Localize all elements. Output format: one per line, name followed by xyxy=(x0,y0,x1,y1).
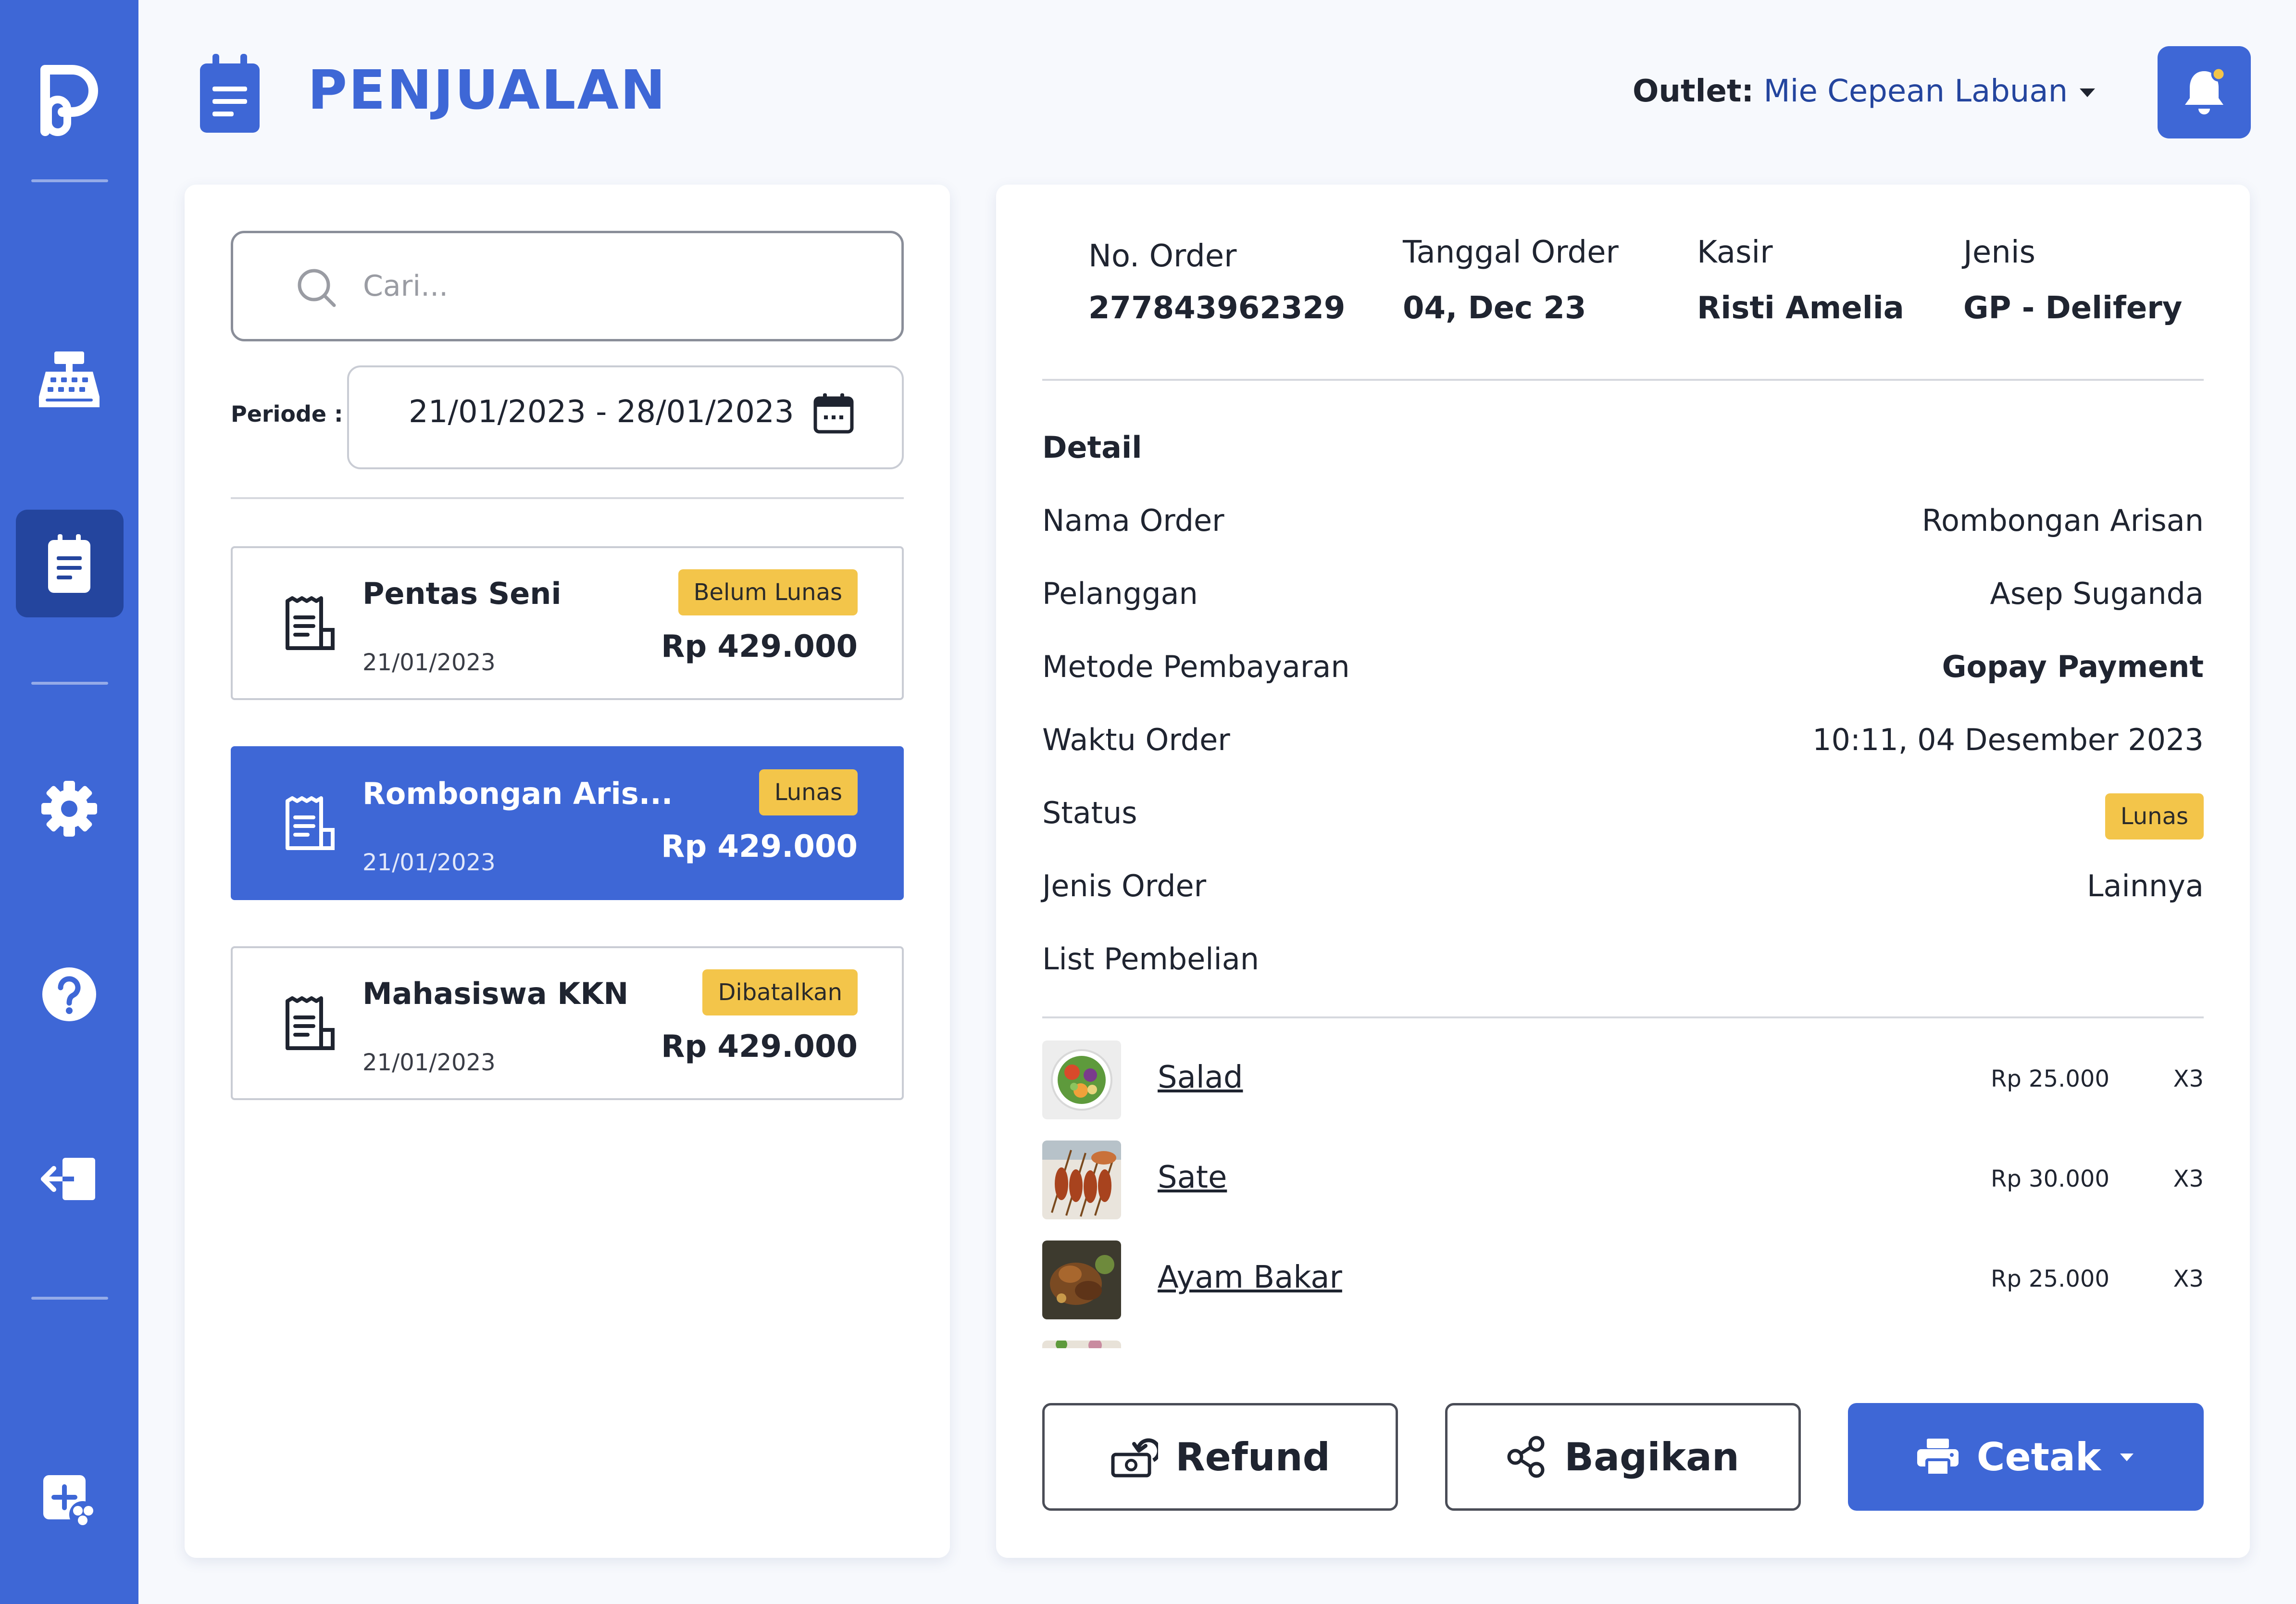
order-number-value: 277843962329 xyxy=(1088,290,1346,326)
detail-value: Asep Suganda xyxy=(1990,576,2204,611)
order-date: 21/01/2023 xyxy=(362,849,496,876)
divider xyxy=(1042,379,2204,381)
cashier-value: Risti Amelia xyxy=(1697,290,1904,326)
bell-icon xyxy=(2185,66,2226,114)
detail-label: Waktu Order xyxy=(1042,722,1230,757)
notification-button[interactable] xyxy=(2158,46,2251,138)
print-button[interactable]: Cetak xyxy=(1848,1403,2204,1511)
order-date: 21/01/2023 xyxy=(362,649,496,676)
refund-button[interactable]: Refund xyxy=(1042,1403,1398,1511)
printer-icon xyxy=(1917,1439,1959,1476)
list-item[interactable]: Ayam Bakar Rp 25.000 X3 xyxy=(1042,1241,2204,1319)
detail-label: Nama Order xyxy=(1042,503,1224,538)
order-type-value: GP - Delifery xyxy=(1963,290,2183,326)
order-date: 21/01/2023 xyxy=(362,1049,496,1076)
status-badge: Lunas xyxy=(2105,793,2204,840)
outlet-selector[interactable]: Outlet: Mie Cepean Labuan xyxy=(1633,70,2068,113)
chevron-down-icon[interactable] xyxy=(2118,1452,2135,1462)
item-name[interactable]: Ayam Bakar xyxy=(1158,1260,1342,1295)
order-date-label: Tanggal Order xyxy=(1403,235,1619,270)
add-outlet-icon[interactable] xyxy=(0,1466,138,1536)
order-card[interactable]: Pentas Seni 21/01/2023 Belum Lunas Rp 42… xyxy=(231,546,904,700)
date-range-value: 21/01/2023 - 28/01/2023 xyxy=(409,394,794,430)
sidebar-divider xyxy=(31,682,108,685)
refund-icon xyxy=(1111,1438,1159,1478)
divider xyxy=(231,497,904,499)
detail-label: Metode Pembayaran xyxy=(1042,649,1350,684)
receipt-icon xyxy=(281,596,338,654)
item-quantity: X3 xyxy=(2173,1266,2204,1292)
sidebar xyxy=(0,0,138,1604)
detail-label: Jenis Order xyxy=(1042,868,1207,903)
order-price: Rp 429.000 xyxy=(661,829,858,865)
sate-image xyxy=(1042,1140,1121,1219)
list-item[interactable]: Sate Rp 30.000 X3 xyxy=(1042,1140,2204,1219)
help-icon[interactable] xyxy=(0,960,138,1029)
item-quantity: X3 xyxy=(2173,1065,2204,1092)
detail-label: Pelanggan xyxy=(1042,576,1198,611)
food-image xyxy=(1042,1341,1121,1348)
receipt-icon xyxy=(281,796,338,854)
page-title: PENJUALAN xyxy=(308,59,667,122)
order-card[interactable]: Mahasiswa KKN 21/01/2023 Dibatalkan Rp 4… xyxy=(231,946,904,1100)
ayam-bakar-image xyxy=(1042,1241,1121,1319)
gear-icon[interactable] xyxy=(0,774,138,843)
divider xyxy=(1042,1016,2204,1018)
order-price: Rp 429.000 xyxy=(661,1029,858,1065)
status-badge: Dibatalkan xyxy=(702,969,858,1015)
order-name: Mahasiswa KKN xyxy=(362,976,629,1011)
detail-value: 10:11, 04 Desember 2023 xyxy=(1812,722,2204,757)
search-input[interactable] xyxy=(363,252,882,320)
order-name: Pentas Seni xyxy=(362,576,562,611)
cashier-label: Kasir xyxy=(1697,235,1773,270)
order-name: Rombongan Aris... xyxy=(362,776,673,811)
outlet-value: Mie Cepean Labuan xyxy=(1763,74,2068,109)
share-label: Bagikan xyxy=(1564,1434,1739,1479)
date-range-picker[interactable]: 21/01/2023 - 28/01/2023 xyxy=(347,365,904,469)
order-detail-panel: No. Order 277843962329 Tanggal Order 04,… xyxy=(996,185,2250,1558)
sales-note-icon xyxy=(198,53,262,134)
chevron-down-icon[interactable] xyxy=(2078,87,2097,98)
item-price: Rp 25.000 xyxy=(1990,1065,2109,1092)
detail-label: Status xyxy=(1042,795,1137,830)
order-list-panel: Periode : 21/01/2023 - 28/01/2023 Pen xyxy=(185,185,950,1558)
cash-register-icon[interactable] xyxy=(0,341,138,418)
list-item[interactable]: Salad Rp 25.000 X3 xyxy=(1042,1040,2204,1119)
salad-image xyxy=(1042,1040,1121,1119)
list-heading: List Pembelian xyxy=(1042,941,1260,977)
item-price: Rp 25.000 xyxy=(1990,1266,2109,1292)
periode-label: Periode : xyxy=(231,401,343,427)
order-type-label: Jenis xyxy=(1963,235,2035,270)
order-date-value: 04, Dec 23 xyxy=(1403,290,1586,326)
order-price: Rp 429.000 xyxy=(661,629,858,664)
status-badge: Lunas xyxy=(759,769,858,815)
receipt-icon xyxy=(281,996,338,1054)
share-icon xyxy=(1507,1436,1545,1478)
sales-note-icon[interactable] xyxy=(0,529,138,598)
item-name[interactable]: Salad xyxy=(1158,1060,1243,1095)
purchase-list[interactable]: Salad Rp 25.000 X3 Sate Rp 30.000 X3 Aya… xyxy=(1042,1040,2204,1348)
detail-value: Gopay Payment xyxy=(1942,649,2204,684)
search-icon xyxy=(296,267,339,310)
sidebar-divider xyxy=(31,179,108,182)
logout-icon[interactable] xyxy=(0,1144,138,1214)
list-item[interactable] xyxy=(1042,1341,2204,1348)
search-field[interactable] xyxy=(231,231,904,341)
outlet-label: Outlet: xyxy=(1633,74,1754,109)
detail-value: Lainnya xyxy=(2086,868,2204,903)
status-badge: Belum Lunas xyxy=(678,569,858,615)
order-number-label: No. Order xyxy=(1088,238,1237,274)
logo-icon[interactable] xyxy=(0,57,138,143)
calendar-icon[interactable] xyxy=(811,390,857,437)
item-price: Rp 30.000 xyxy=(1990,1165,2109,1192)
order-card-selected[interactable]: Rombongan Aris... 21/01/2023 Lunas Rp 42… xyxy=(231,746,904,900)
sidebar-divider xyxy=(31,1297,108,1300)
refund-label: Refund xyxy=(1175,1434,1330,1479)
item-quantity: X3 xyxy=(2173,1165,2204,1192)
detail-heading: Detail xyxy=(1042,430,1142,465)
print-label: Cetak xyxy=(1976,1434,2101,1479)
detail-value: Rombongan Arisan xyxy=(1922,503,2204,538)
item-name[interactable]: Sate xyxy=(1158,1160,1227,1195)
share-button[interactable]: Bagikan xyxy=(1445,1403,1801,1511)
